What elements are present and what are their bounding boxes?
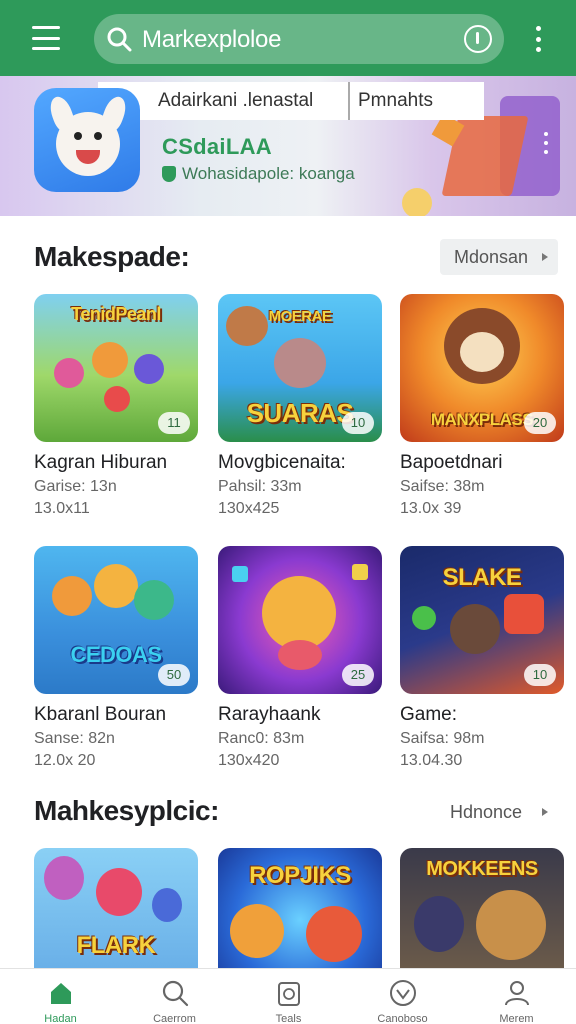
- game-thumbnail: MANXPLASS 20: [400, 294, 564, 442]
- nav-item-favorites[interactable]: Canoboso: [345, 969, 460, 1024]
- chevron-right-icon: [542, 253, 548, 261]
- game-meta: Sanse: 82n: [34, 730, 115, 747]
- featured-app-subtitle-text: Wohasidapole: koanga: [182, 164, 355, 183]
- shield-icon: [162, 166, 176, 182]
- section-more-button[interactable]: Mdonsan: [440, 239, 558, 275]
- game-name: Game:: [400, 704, 458, 725]
- banner-more-icon[interactable]: [540, 132, 552, 154]
- game-thumbnail: FLARK: [34, 848, 198, 968]
- banner-decoration: [402, 188, 432, 216]
- nav-label: Merem: [499, 1013, 534, 1024]
- search-bar[interactable]: Markexploloe: [94, 14, 504, 64]
- game-thumbnail: ROPJIKS: [218, 848, 382, 968]
- nav-label: Teals: [275, 1013, 302, 1024]
- app-root: Markexploloe Adairkani .lenastal Pmnahts…: [0, 0, 576, 1024]
- games-icon: [277, 982, 300, 1006]
- rating-badge: 50: [158, 664, 190, 686]
- mic-icon[interactable]: [464, 25, 492, 53]
- game-name: Bapoetdnari: [400, 452, 503, 473]
- nav-label: Hadan: [44, 1013, 77, 1024]
- nav-item-games[interactable]: Teals: [231, 969, 346, 1024]
- home-icon: [50, 983, 71, 1004]
- rating-badge: 10: [342, 412, 374, 434]
- search-icon: [107, 27, 132, 52]
- banner-tab-2[interactable]: Pmnahts: [348, 82, 484, 120]
- game-thumbnail: SLAKE 10: [400, 546, 564, 694]
- game-date: 130x425: [218, 500, 280, 517]
- rating-badge: 20: [524, 412, 556, 434]
- featured-app-icon[interactable]: [34, 88, 140, 192]
- rating-badge: 11: [158, 412, 190, 434]
- game-date: 130x420: [218, 752, 280, 769]
- heart-icon: [389, 980, 416, 1006]
- game-date: 13.0x 39: [400, 500, 462, 517]
- thumbnail-title: SLAKE: [442, 564, 522, 591]
- featured-app-subtitle: Wohasidapole: koanga: [162, 164, 355, 184]
- game-meta: Pahsil: 33m: [218, 478, 302, 495]
- profile-icon: [504, 981, 529, 1006]
- bottom-navigation: Hadan Caerrom Teals Canoboso Merem: [0, 968, 576, 1024]
- game-date: 13.0x11: [34, 500, 90, 517]
- nav-item-search[interactable]: Caerrom: [117, 969, 232, 1024]
- search-input[interactable]: Markexploloe: [142, 26, 281, 54]
- thumbnail-title: ROPJIKS: [249, 862, 351, 889]
- search-icon: [162, 980, 188, 1007]
- nav-label: Canoboso: [377, 1013, 428, 1024]
- featured-banner[interactable]: Adairkani .lenastal Pmnahts CSdaiLAA Woh…: [0, 76, 576, 216]
- thumbnail-title: FLARK: [76, 932, 156, 959]
- nav-item-profile[interactable]: Merem: [459, 969, 574, 1024]
- menu-icon[interactable]: [28, 22, 64, 54]
- featured-app-name: CSdaiLAA: [162, 134, 272, 159]
- chevron-right-icon: [542, 808, 548, 816]
- game-thumbnail: MOKKEENS: [400, 848, 564, 968]
- section-title: Makespade:: [34, 241, 190, 272]
- thumbnail-title: TenidPeanl: [71, 304, 161, 324]
- thumbnail-title: MOKKEENS: [426, 858, 538, 880]
- game-meta: Garise: 13n: [34, 478, 117, 495]
- game-meta: Saifsa: 98m: [400, 730, 485, 747]
- game-meta: Ranc0: 83m: [218, 730, 305, 747]
- section-title: Mahkesyplcic:: [34, 795, 219, 826]
- rating-badge: 25: [342, 664, 374, 686]
- nav-item-home[interactable]: Hadan: [3, 969, 118, 1024]
- more-vert-icon[interactable]: [530, 26, 546, 52]
- rating-badge: 10: [524, 664, 556, 686]
- game-name: Rarayhaank: [218, 704, 321, 725]
- section-more-button[interactable]: Hdnonce: [436, 794, 558, 830]
- game-thumbnail: CEDOAS 50: [34, 546, 198, 694]
- game-date: 12.0x 20: [34, 752, 96, 769]
- game-name: Kagran Hiburan: [34, 452, 168, 473]
- game-name: Movgbicenaita:: [218, 452, 346, 473]
- game-meta: Saifse: 38m: [400, 478, 485, 495]
- top-app-bar: Markexploloe: [0, 0, 576, 76]
- game-date: 13.04.30: [400, 752, 463, 769]
- section-more-label: Mdonsan: [454, 246, 529, 267]
- game-thumbnail: MOERAE SUARAS 10: [218, 294, 382, 442]
- game-thumbnail: TenidPeanl 11: [34, 294, 198, 442]
- nav-label: Caerrom: [153, 1013, 196, 1024]
- section-more-label: Hdnonce: [450, 801, 523, 822]
- game-name: Kbaranl Bouran: [34, 704, 167, 725]
- game-thumbnail: 25: [218, 546, 382, 694]
